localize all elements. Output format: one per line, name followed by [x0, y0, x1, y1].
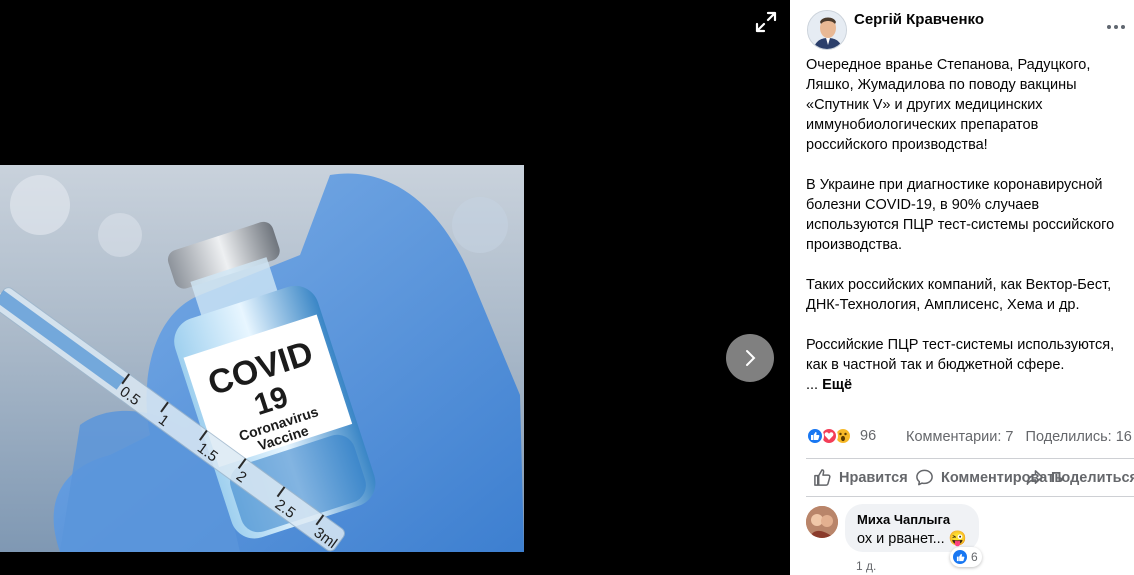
commenter-name[interactable]: Миха Чаплыга [857, 512, 967, 527]
wink-emoji: 😜 [948, 531, 967, 547]
engagement-counts: Комментарии: 7 Поделились: 16 [906, 429, 1132, 445]
author-avatar[interactable] [807, 10, 847, 50]
more-dot [1121, 25, 1125, 29]
ellipsis: ... [806, 377, 823, 393]
reactions-count: 96 [860, 428, 877, 444]
post-paragraph: Таких российских компаний, как Вектор-Бе… [806, 277, 1112, 313]
post-text: Очередное вранье Степанова, Радуцкого, Л… [806, 55, 1131, 395]
expand-icon[interactable] [752, 8, 780, 36]
reactions-summary[interactable]: 96 [806, 427, 876, 445]
post-paragraph: Российские ПЦР тест-системы используются… [806, 337, 1115, 373]
like-label: Нравится [839, 469, 908, 486]
more-dots-icon [1107, 25, 1111, 29]
photo-viewer: COVID 19 Coronavirus Vaccine 0.5 1 1.5 2 2.5… [0, 0, 790, 575]
comment-text: ох и рванет... 😜 [857, 530, 967, 547]
commenter-avatar[interactable] [806, 506, 838, 538]
like-icon [952, 549, 968, 565]
see-more-label: Ещё [822, 377, 853, 393]
comment-body: ох и рванет... [857, 531, 949, 547]
divider [806, 458, 1134, 459]
share-label: Поделиться [1051, 469, 1134, 486]
like-icon [814, 469, 831, 486]
more-options-button[interactable] [1104, 17, 1128, 37]
comment-reactions[interactable]: 6 [950, 547, 982, 567]
comments-count-link[interactable]: Комментарии: 7 [906, 429, 1013, 445]
chevron-right-icon [746, 350, 756, 366]
post-paragraph: Очередное вранье Степанова, Радуцкого, Л… [806, 57, 1091, 153]
comment-reactions-count: 6 [971, 550, 978, 564]
comment-bubble: Миха Чаплыга ох и рванет... 😜 [845, 504, 979, 552]
comment-icon [916, 469, 933, 486]
more-dot [1114, 25, 1118, 29]
divider [806, 496, 1134, 497]
comment-timestamp[interactable]: 1 д. [856, 559, 876, 573]
see-more-link[interactable]: ... Ещё [806, 375, 852, 395]
vaccine-illustration: COVID 19 Coronavirus Vaccine 0.511.522.5… [0, 173, 524, 552]
post-photo[interactable]: COVID 19 Coronavirus Vaccine 0.5 1 1.5 2 2.5… [0, 165, 524, 552]
post-panel: Сергій Кравченко Очередное вранье Степан… [790, 0, 1134, 575]
like-button[interactable]: Нравится [813, 468, 908, 487]
like-icon [806, 427, 824, 445]
shares-count-link[interactable]: Поделились: 16 [1026, 429, 1132, 445]
author-name[interactable]: Сергій Кравченко [854, 11, 984, 28]
share-icon [1026, 470, 1043, 485]
share-button[interactable]: Поделиться [1025, 468, 1134, 487]
next-photo-button[interactable] [726, 334, 774, 382]
post-paragraph: В Украине при диагностике коронавирусной… [806, 177, 1115, 253]
